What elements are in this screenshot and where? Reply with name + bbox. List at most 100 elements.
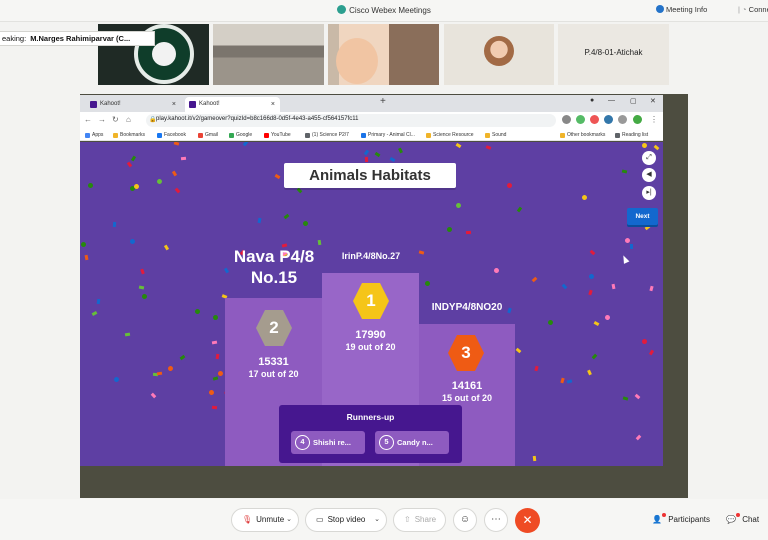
participant-name: P.4/8-01-Atichak <box>584 48 643 57</box>
profile-avatar[interactable] <box>633 115 642 124</box>
bookmarks-bar: Apps Bookmarks Facebook Gmail Google You… <box>80 129 663 141</box>
next-button[interactable]: Next <box>627 208 658 225</box>
first-place-score: 17990 <box>355 329 386 341</box>
new-tab-icon[interactable]: + <box>380 96 386 107</box>
bookmark-apps[interactable]: Apps <box>85 130 103 140</box>
confetti-piece <box>624 237 631 244</box>
forward-icon[interactable]: → <box>98 115 106 124</box>
confetti-piece <box>566 379 573 384</box>
bookmark-bookmarks[interactable]: Bookmarks <box>113 130 145 140</box>
bookmark-folder[interactable]: Sound <box>485 130 506 140</box>
reload-icon[interactable]: ↻ <box>112 115 119 124</box>
share-icon: ⇧ <box>404 515 411 524</box>
participant-name-tile[interactable]: P.4/8-01-Atichak <box>558 24 669 85</box>
skip-icon[interactable]: ▸| <box>642 186 656 200</box>
more-options-icon[interactable]: ⋯ <box>484 508 508 532</box>
first-place-medal-icon: 1 <box>353 283 389 319</box>
bookmark-google[interactable]: Google <box>229 130 252 140</box>
confetti-piece <box>611 283 616 290</box>
participant-avatar-tile[interactable] <box>444 24 554 85</box>
confetti-piece <box>113 376 120 383</box>
confetti-piece <box>174 187 181 194</box>
browser-tab[interactable]: Kahoot! × <box>86 97 181 112</box>
leave-meeting-button[interactable]: ✕ <box>515 508 540 533</box>
menu-icon[interactable]: ⋮ <box>650 115 658 124</box>
confetti-piece <box>215 353 220 360</box>
extension-icon[interactable] <box>590 115 599 124</box>
runner-up-place: 4 <box>295 435 310 450</box>
confetti-piece <box>212 314 219 321</box>
second-place-name: Nava P4/8 No.15 <box>233 247 315 287</box>
bookmark-science[interactable]: (1) Science P2/7 <box>305 130 349 140</box>
confetti-piece <box>589 249 596 256</box>
back-icon[interactable]: ← <box>84 115 92 124</box>
connection-status[interactable]: | ◔ Connec <box>738 5 768 14</box>
chat-icon: 💬 <box>726 515 736 524</box>
stop-video-button[interactable]: ▭ Stop video ⌄ <box>305 508 387 532</box>
bookmark-facebook[interactable]: Facebook <box>157 130 186 140</box>
confetti-piece <box>211 340 218 345</box>
third-place-medal-icon: 3 <box>448 335 484 371</box>
webex-title-bar: Cisco Webex Meetings Meeting Info | ◔ Co… <box>0 0 768 22</box>
home-icon[interactable]: ⌂ <box>126 115 131 124</box>
maximize-icon[interactable]: ▢ <box>630 97 637 105</box>
meeting-info-button[interactable]: Meeting Info <box>656 5 707 14</box>
third-place-score: 14161 <box>451 380 483 392</box>
confetti-piece <box>180 156 187 161</box>
participant-video-3[interactable] <box>328 24 439 85</box>
confetti-piece <box>208 389 215 396</box>
extension-icon[interactable] <box>576 115 585 124</box>
confetti-piece <box>317 239 322 246</box>
notification-dot <box>661 513 666 517</box>
close-tab-icon[interactable]: × <box>271 97 275 112</box>
confetti-piece <box>492 266 501 275</box>
participants-button[interactable]: 👤 Participants <box>652 508 710 532</box>
close-tab-icon[interactable]: × <box>172 97 176 112</box>
minimize-icon[interactable]: — <box>608 97 615 104</box>
video-camera-icon: ▭ <box>316 515 324 524</box>
muted-mic-icon: 🎙 <box>242 515 253 524</box>
puzzle-icon[interactable] <box>618 115 627 124</box>
confetti-piece <box>547 319 554 326</box>
confetti-piece <box>591 353 598 360</box>
star-icon[interactable] <box>562 115 571 124</box>
volume-icon[interactable]: ◀ <box>642 168 656 182</box>
confetti-piece <box>171 170 178 177</box>
unmute-button[interactable]: 🎙 Unmute ⌄ <box>231 508 299 532</box>
url-field[interactable]: 🔒 play.kahoot.it/v2/gameover?quizId=b8c1… <box>146 114 556 127</box>
fullscreen-icon[interactable]: ⤢ <box>642 151 656 165</box>
chevron-down-icon[interactable]: ⌄ <box>286 509 292 531</box>
confetti-piece <box>364 156 369 163</box>
confetti-piece <box>173 142 180 146</box>
participant-video-2[interactable] <box>213 24 324 85</box>
chevron-down-icon[interactable]: ⌄ <box>374 509 380 531</box>
bookmark-reading-list[interactable]: Reading list <box>615 130 648 140</box>
reactions-icon[interactable]: ☺ <box>453 508 477 532</box>
confetti-piece <box>635 434 642 441</box>
bookmark-folder[interactable]: Science Resource <box>426 130 474 140</box>
confetti-piece <box>374 151 381 158</box>
bookmark-youtube[interactable]: YouTube <box>264 130 291 140</box>
chat-button[interactable]: 💬 Chat <box>726 508 759 532</box>
browser-tab-active[interactable]: Kahoot! × <box>185 97 280 112</box>
kahoot-favicon-icon <box>189 101 196 108</box>
confetti-piece <box>398 147 403 154</box>
avatar <box>484 36 514 66</box>
confetti-piece <box>649 285 654 292</box>
confetti-piece <box>257 217 262 224</box>
confetti-piece <box>621 169 628 174</box>
bookmark-gmail[interactable]: Gmail <box>198 130 218 140</box>
confetti-piece <box>581 194 588 201</box>
share-button[interactable]: ⇧ Share <box>393 508 446 532</box>
confetti-piece <box>163 244 170 251</box>
confetti-piece <box>124 332 131 337</box>
bookmark-primary[interactable]: Primary - Animal Cl... <box>361 130 415 140</box>
confetti-piece <box>644 224 651 231</box>
confetti-piece <box>302 220 309 227</box>
confetti-piece <box>424 280 431 287</box>
confetti-piece <box>283 213 290 220</box>
record-icon: ● <box>590 97 595 104</box>
close-window-icon[interactable]: ✕ <box>650 97 656 105</box>
extension-icon[interactable] <box>604 115 613 124</box>
bookmark-other[interactable]: Other bookmarks <box>560 130 605 140</box>
